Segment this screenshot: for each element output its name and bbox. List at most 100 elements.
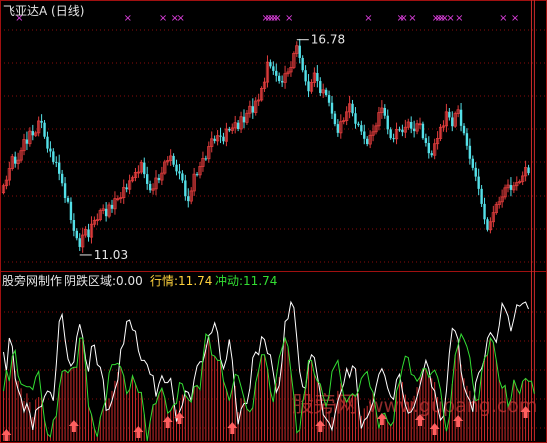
candle-down — [110, 204, 114, 209]
candle-down — [421, 123, 425, 139]
candle-down — [316, 73, 319, 82]
chart-canvas: × × × ×× ××××× × × ×× × ××××× × × × 16.78 11.03 飞亚达A… — [0, 0, 547, 443]
candle-down — [483, 203, 486, 220]
candle-down — [43, 122, 46, 137]
candle-down — [465, 133, 469, 146]
candle-down — [125, 187, 128, 190]
signal-arrow — [1, 429, 12, 441]
candle-down — [319, 81, 322, 93]
candle-down — [175, 164, 178, 172]
top-signal-marker: × — [408, 13, 416, 24]
candle-down — [275, 70, 278, 76]
candle-down — [146, 174, 149, 184]
candle-down — [410, 122, 413, 129]
candle-down — [392, 138, 395, 140]
candle-down — [477, 176, 480, 189]
candle-down — [104, 208, 108, 217]
high-annotation: 16.78 — [296, 33, 345, 47]
signal-arrow — [429, 423, 440, 435]
candle-down — [143, 162, 146, 175]
chart-title[interactable]: 飞亚达A (日线) — [3, 4, 84, 18]
candle-down — [60, 173, 64, 184]
candle-down — [280, 81, 284, 83]
candle-down — [360, 125, 363, 132]
candle-down — [272, 66, 275, 71]
candle-down — [75, 230, 78, 239]
top-signal-marker: × — [399, 13, 407, 24]
signal-arrow — [315, 420, 326, 432]
candle-down — [157, 178, 161, 181]
signal-marker-layer: × × × ×× ××××× × × ×× × ××××× × × × — [15, 13, 519, 24]
candle-down — [14, 156, 17, 164]
candle-down — [366, 138, 369, 145]
candle-down — [63, 183, 67, 198]
candle-down — [527, 167, 530, 174]
maker-label: 股旁网制作 — [2, 273, 62, 288]
yin-label: 阴跌区域:0.00 — [64, 273, 143, 288]
candle-down — [278, 75, 281, 82]
candle-down — [298, 45, 301, 58]
candle-down — [222, 136, 225, 142]
candle-down — [172, 155, 175, 165]
candle-down — [25, 139, 29, 144]
candle-down — [148, 183, 152, 191]
top-signal-marker: × — [176, 13, 184, 24]
candle-down — [69, 201, 73, 220]
candle-down — [228, 129, 231, 131]
candle-down — [195, 174, 199, 176]
candle-down — [398, 129, 401, 131]
candle-down — [78, 238, 81, 247]
candle-down — [31, 131, 34, 136]
candle-down — [330, 102, 334, 114]
candle-down — [304, 70, 307, 82]
candle-down — [58, 162, 61, 174]
candle-down — [389, 129, 392, 139]
top-signal-marker: × — [159, 13, 167, 24]
top-signal-marker: × — [511, 13, 519, 24]
signal-arrow — [133, 426, 144, 438]
candle-down — [87, 229, 90, 238]
candle-down — [430, 153, 433, 156]
candle-down — [204, 158, 208, 160]
candle-down — [486, 219, 489, 230]
candle-down — [386, 115, 389, 130]
candle-down — [412, 128, 416, 132]
signal-arrow — [227, 422, 238, 434]
candle-down — [383, 108, 386, 116]
candle-down — [363, 131, 366, 139]
chong-label: 冲动:11.74 — [215, 273, 277, 288]
candle-down — [187, 196, 190, 202]
candle-down — [219, 135, 222, 137]
candle-down — [354, 113, 357, 124]
candle-down — [459, 109, 463, 126]
signal-arrow — [68, 420, 79, 432]
top-signal-marker: × — [124, 13, 132, 24]
low-price-label: 11.03 — [94, 248, 128, 262]
candle-down — [401, 129, 404, 133]
candle-down — [55, 161, 58, 163]
candle-down — [327, 95, 331, 103]
candle-down — [40, 120, 43, 123]
high-price-label: 16.78 — [311, 33, 345, 47]
candle-down — [480, 188, 483, 204]
hang-label: 行情:11.74 — [150, 274, 212, 288]
candle-layer — [1, 38, 530, 253]
candle-down — [301, 57, 304, 71]
top-signal-marker: × — [285, 13, 293, 24]
candle-down — [351, 103, 354, 114]
candle-down — [357, 123, 360, 126]
top-signal-marker: × — [455, 13, 463, 24]
candle-down — [178, 171, 181, 174]
candle-down — [509, 185, 513, 190]
candle-down — [72, 220, 76, 231]
candle-down — [181, 173, 184, 181]
top-signal-marker: × — [364, 13, 372, 24]
candle-down — [451, 117, 454, 127]
candle-down — [324, 89, 328, 96]
candle-down — [462, 125, 466, 134]
candle-down — [474, 167, 477, 177]
candle-down — [213, 138, 216, 141]
top-signal-marker: × — [273, 13, 281, 24]
candle-down — [66, 197, 70, 202]
candle-down — [336, 124, 340, 133]
